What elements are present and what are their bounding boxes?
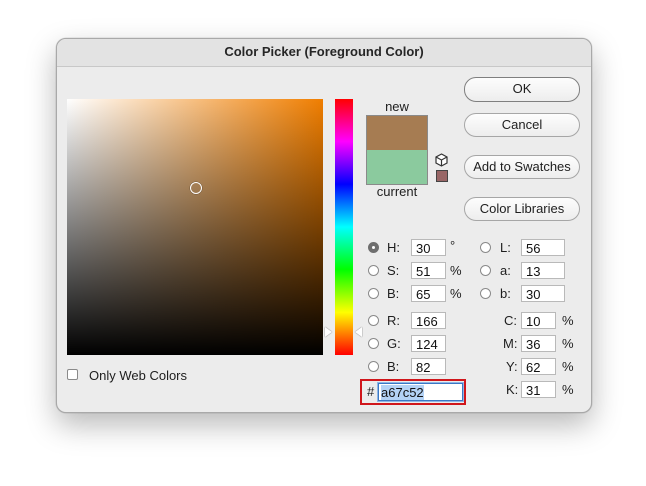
lab-b-label: b: [500, 286, 511, 301]
lab-l-label: L: [500, 240, 511, 255]
new-color-label: new [385, 99, 409, 114]
saturation-radio[interactable] [368, 265, 379, 276]
lab-a-label: a: [500, 263, 511, 278]
green-input[interactable]: 124 [411, 335, 446, 352]
hue-input[interactable]: 30 [411, 239, 446, 256]
lab-b-input[interactable]: 30 [521, 285, 565, 302]
red-input[interactable]: 166 [411, 312, 446, 329]
lab-a-radio[interactable] [480, 265, 491, 276]
ok-button[interactable]: OK [464, 77, 580, 102]
color-field-cursor[interactable] [190, 182, 202, 194]
current-color-label: current [376, 184, 418, 199]
lab-a-input[interactable]: 13 [521, 262, 565, 279]
yellow-unit: % [562, 359, 574, 374]
saturation-unit: % [450, 263, 462, 278]
window-title: Color Picker (Foreground Color) [57, 39, 591, 67]
hex-prefix: # [367, 384, 375, 399]
hex-input[interactable]: a67c52 [378, 383, 463, 401]
hue-slider[interactable] [335, 99, 353, 355]
green-radio[interactable] [368, 338, 379, 349]
hue-radio[interactable] [368, 242, 379, 253]
hue-slider-right-arrow[interactable] [355, 327, 362, 337]
only-web-colors-label[interactable]: Only Web Colors [89, 368, 187, 384]
blue-radio[interactable] [368, 361, 379, 372]
cyan-input[interactable]: 10 [521, 312, 556, 329]
green-label: G: [387, 336, 401, 351]
current-color-swatch[interactable] [367, 150, 427, 184]
black-unit: % [562, 382, 574, 397]
brightness-radio[interactable] [368, 288, 379, 299]
only-web-colors-checkbox[interactable] [67, 369, 78, 380]
saturation-input[interactable]: 51 [411, 262, 446, 279]
hue-label: H: [387, 240, 400, 255]
color-libraries-button[interactable]: Color Libraries [464, 197, 580, 221]
add-to-swatches-button[interactable]: Add to Swatches [464, 155, 580, 179]
brightness-unit: % [450, 286, 462, 301]
yellow-input[interactable]: 62 [521, 358, 556, 375]
lab-l-input[interactable]: 56 [521, 239, 565, 256]
yellow-label: Y: [506, 359, 518, 374]
lab-b-radio[interactable] [480, 288, 491, 299]
hex-value-selected: a67c52 [381, 385, 424, 400]
magenta-label: M: [503, 336, 518, 351]
cube-icon[interactable] [435, 153, 448, 167]
magenta-unit: % [562, 336, 574, 351]
black-label: K: [506, 382, 519, 397]
red-radio[interactable] [368, 315, 379, 326]
saturation-brightness-field[interactable] [67, 99, 323, 355]
red-label: R: [387, 313, 400, 328]
blue-input[interactable]: 82 [411, 358, 446, 375]
lab-l-radio[interactable] [480, 242, 491, 253]
saturation-label: S: [387, 263, 400, 278]
color-picker-dialog: Color Picker (Foreground Color) new curr… [56, 38, 592, 413]
brightness-label: B: [387, 286, 400, 301]
magenta-input[interactable]: 36 [521, 335, 556, 352]
brightness-input[interactable]: 65 [411, 285, 446, 302]
black-input[interactable]: 31 [521, 381, 556, 398]
cyan-unit: % [562, 313, 574, 328]
new-color-swatch [367, 116, 427, 150]
color-preview [366, 115, 428, 185]
web-safe-color-swatch[interactable] [436, 170, 448, 182]
cyan-label: C: [504, 313, 517, 328]
cancel-button[interactable]: Cancel [464, 113, 580, 137]
blue-label: B: [387, 359, 400, 374]
hue-unit: ° [450, 238, 456, 253]
hue-slider-left-arrow[interactable] [325, 327, 332, 337]
